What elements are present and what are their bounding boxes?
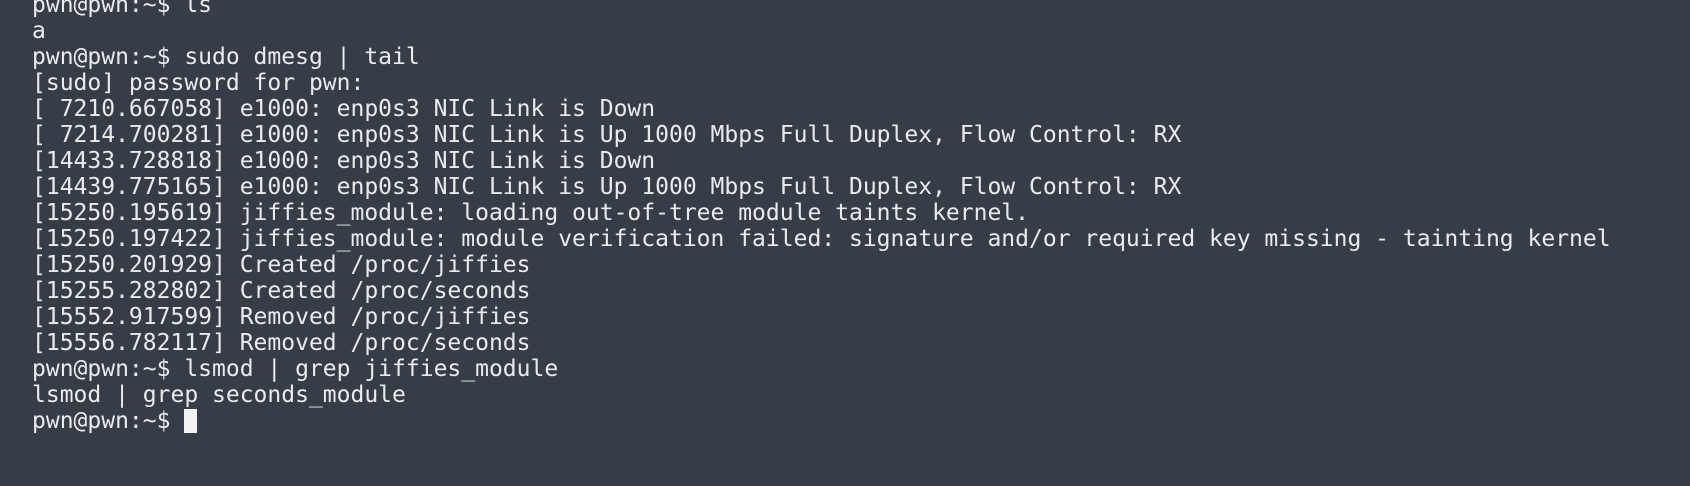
terminal-line: [14439.775165] e1000: enp0s3 NIC Link is… — [32, 174, 1182, 200]
terminal-line: [sudo] password for pwn: — [32, 70, 365, 96]
active-prompt-line[interactable]: pwn@pwn:~$ — [32, 408, 1611, 434]
terminal-cursor[interactable] — [184, 409, 198, 433]
terminal-window[interactable]: pwn@pwn:~$ ls a pwn@pwn:~$ sudo dmesg | … — [0, 0, 1690, 486]
terminal-line: pwn@pwn:~$ lsmod | grep jiffies_module — [32, 356, 559, 382]
terminal-line: a — [32, 18, 46, 44]
terminal-output: pwn@pwn:~$ ls a pwn@pwn:~$ sudo dmesg | … — [32, 0, 1611, 434]
terminal-line: [15556.782117] Removed /proc/seconds — [32, 330, 531, 356]
terminal-line: [15250.197422] jiffies_module: module ve… — [32, 226, 1611, 252]
terminal-line: [15250.201929] Created /proc/jiffies — [32, 252, 531, 278]
terminal-line: [15552.917599] Removed /proc/jiffies — [32, 304, 531, 330]
terminal-line: lsmod | grep seconds_module — [32, 382, 406, 408]
terminal-line: pwn@pwn:~$ sudo dmesg | tail — [32, 44, 420, 70]
terminal-line: [ 7214.700281] e1000: enp0s3 NIC Link is… — [32, 122, 1182, 148]
terminal-line: pwn@pwn:~$ ls — [32, 0, 213, 18]
terminal-line: [ 7210.667058] e1000: enp0s3 NIC Link is… — [32, 96, 656, 122]
terminal-line: [15255.282802] Created /proc/seconds — [32, 278, 531, 304]
terminal-line: [15250.195619] jiffies_module: loading o… — [32, 200, 1029, 226]
terminal-line: [14433.728818] e1000: enp0s3 NIC Link is… — [32, 148, 656, 174]
prompt-text: pwn@pwn:~$ — [32, 408, 171, 434]
